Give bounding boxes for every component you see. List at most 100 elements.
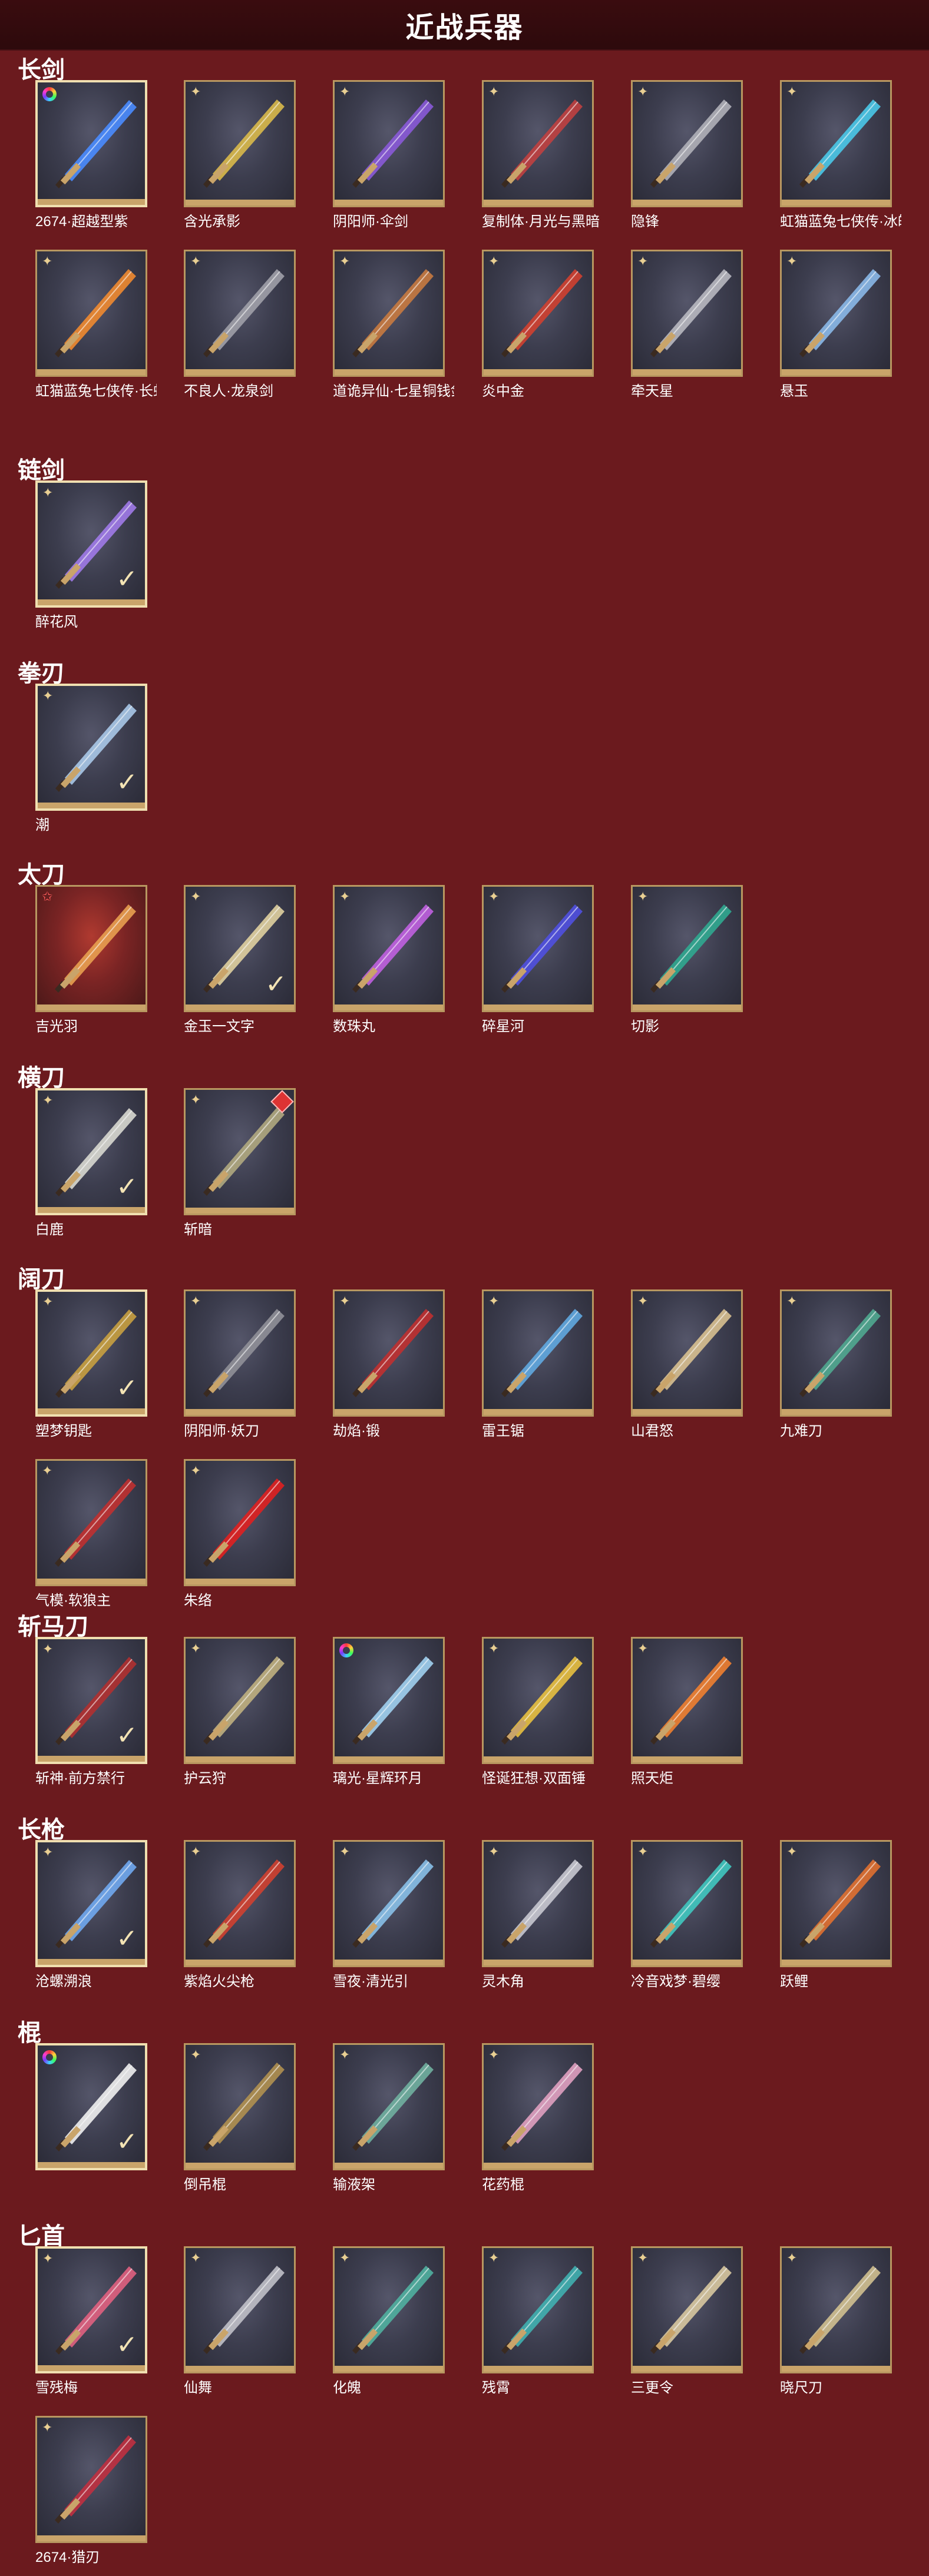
- weapon-tile[interactable]: ✦: [780, 250, 892, 377]
- weapon-item[interactable]: ✦ 化魄: [333, 2246, 454, 2396]
- weapon-tile[interactable]: ✦: [780, 80, 892, 207]
- weapon-item[interactable]: ✦ ✓ 白鹿: [35, 1088, 157, 1238]
- weapon-item[interactable]: ✩ 吉光羽: [35, 885, 157, 1035]
- weapon-tile[interactable]: ✦: [780, 1289, 892, 1417]
- weapon-item[interactable]: ✦ 劫焰·锻: [333, 1289, 454, 1440]
- weapon-item[interactable]: ✦ 炎中金: [482, 250, 603, 400]
- weapon-item[interactable]: ✦ ✓ 雪残梅: [35, 2246, 157, 2396]
- weapon-tile[interactable]: ✦: [184, 1289, 296, 1417]
- weapon-item[interactable]: ✦ ✓ 斩神·前方禁行: [35, 1637, 157, 1787]
- weapon-tile[interactable]: ✦ ✓: [35, 1088, 147, 1215]
- weapon-tile[interactable]: ✦: [482, 80, 594, 207]
- weapon-tile[interactable]: ✦: [35, 2416, 147, 2543]
- weapon-item[interactable]: ✦ 花药棍: [482, 2043, 603, 2193]
- weapon-item[interactable]: ✦ 不良人·龙泉剑: [184, 250, 305, 400]
- weapon-item[interactable]: ✦ 虹猫蓝兔七侠传·长虹剑: [35, 250, 157, 400]
- weapon-item[interactable]: ✦ 数珠丸: [333, 885, 454, 1035]
- weapon-tile[interactable]: ✦: [482, 885, 594, 1012]
- weapon-tile[interactable]: ✦: [184, 250, 296, 377]
- weapon-tile[interactable]: ✦: [780, 2246, 892, 2373]
- weapon-tile[interactable]: ✦: [184, 1637, 296, 1764]
- weapon-item[interactable]: ✦ 输液架: [333, 2043, 454, 2193]
- weapon-tile[interactable]: ✦ ✓: [35, 1637, 147, 1764]
- weapon-tile[interactable]: ✦: [631, 2246, 743, 2373]
- weapon-item[interactable]: ✦ 仙舞: [184, 2246, 305, 2396]
- weapon-item[interactable]: ✦ 含光承影: [184, 80, 305, 230]
- weapon-tile[interactable]: ✦: [184, 1088, 296, 1215]
- weapon-tile[interactable]: ✓: [35, 2043, 147, 2170]
- weapon-item[interactable]: ✦ 三更令: [631, 2246, 752, 2396]
- weapon-tile[interactable]: ✦: [333, 1289, 445, 1417]
- weapon-tile[interactable]: ✦: [482, 1840, 594, 1967]
- weapon-tile[interactable]: ✦: [184, 2043, 296, 2170]
- weapon-item[interactable]: ✦ 晓尺刀: [780, 2246, 901, 2396]
- weapon-item[interactable]: ✦ ✓ 醉花风: [35, 480, 157, 631]
- weapon-tile[interactable]: ✦: [333, 2246, 445, 2373]
- weapon-tile[interactable]: ✩: [35, 885, 147, 1012]
- weapon-tile[interactable]: ✦: [184, 2246, 296, 2373]
- weapon-tile[interactable]: ✦: [35, 1459, 147, 1586]
- weapon-item[interactable]: ✦ 虹猫蓝兔七侠传·冰魄剑: [780, 80, 901, 230]
- weapon-item[interactable]: ✦ 灵木角: [482, 1840, 603, 1990]
- weapon-tile[interactable]: ✦ ✓: [35, 1289, 147, 1417]
- weapon-tile[interactable]: ✦: [184, 1459, 296, 1586]
- weapon-item[interactable]: ✦ 阴阳师·妖刀: [184, 1289, 305, 1440]
- weapon-tile[interactable]: ✦: [482, 2246, 594, 2373]
- weapon-item[interactable]: ✦ 倒吊棍: [184, 2043, 305, 2193]
- weapon-tile[interactable]: ✦: [482, 1637, 594, 1764]
- weapon-item[interactable]: ✦ 朱络: [184, 1459, 305, 1609]
- weapon-tile[interactable]: ✦: [631, 1840, 743, 1967]
- weapon-item[interactable]: ✦ ✓ 金玉一文字: [184, 885, 305, 1035]
- weapon-tile[interactable]: ✦ ✓: [35, 480, 147, 608]
- weapon-tile[interactable]: ✦ ✓: [35, 684, 147, 811]
- weapon-item[interactable]: 璃光·星辉环月: [333, 1637, 454, 1787]
- weapon-tile[interactable]: ✦: [631, 1637, 743, 1764]
- weapon-tile[interactable]: ✦ ✓: [184, 885, 296, 1012]
- weapon-tile[interactable]: ✦: [482, 250, 594, 377]
- weapon-tile[interactable]: ✦: [184, 1840, 296, 1967]
- weapon-tile[interactable]: [333, 1637, 445, 1764]
- weapon-item[interactable]: ✦ ✓ 潮: [35, 684, 157, 834]
- weapon-tile[interactable]: ✦: [631, 1289, 743, 1417]
- weapon-item[interactable]: ✦ 护云狩: [184, 1637, 305, 1787]
- weapon-item[interactable]: ✦ 气模·软狼主: [35, 1459, 157, 1609]
- weapon-item[interactable]: ✦ 阴阳师·伞剑: [333, 80, 454, 230]
- weapon-item[interactable]: ✦ 复制体·月光与黑暗: [482, 80, 603, 230]
- weapon-item[interactable]: ✦ 道诡异仙·七星铜钱剑: [333, 250, 454, 400]
- weapon-tile[interactable]: ✦: [631, 80, 743, 207]
- weapon-item[interactable]: ✦ 照天炬: [631, 1637, 752, 1787]
- weapon-item[interactable]: ✓: [35, 2043, 157, 2173]
- weapon-tile[interactable]: ✦: [482, 1289, 594, 1417]
- weapon-tile[interactable]: ✦ ✓: [35, 2246, 147, 2373]
- weapon-tile[interactable]: ✦: [333, 250, 445, 377]
- weapon-item[interactable]: ✦ 斩暗: [184, 1088, 305, 1238]
- weapon-tile[interactable]: ✦: [631, 885, 743, 1012]
- weapon-item[interactable]: ✦ 跃鲤: [780, 1840, 901, 1990]
- weapon-item[interactable]: ✦ 怪诞狂想·双面锤: [482, 1637, 603, 1787]
- weapon-item[interactable]: ✦ 九难刀: [780, 1289, 901, 1440]
- weapon-item[interactable]: ✦ 冷音戏梦·碧缨: [631, 1840, 752, 1990]
- weapon-tile[interactable]: [35, 80, 147, 207]
- weapon-item[interactable]: ✦ ✓ 沧螺溯浪: [35, 1840, 157, 1990]
- weapon-tile[interactable]: ✦: [482, 2043, 594, 2170]
- weapon-item[interactable]: ✦ 悬玉: [780, 250, 901, 400]
- weapon-item[interactable]: ✦ 残霄: [482, 2246, 603, 2396]
- weapon-tile[interactable]: ✦: [333, 885, 445, 1012]
- weapon-item[interactable]: ✦ 碎星河: [482, 885, 603, 1035]
- weapon-item[interactable]: ✦ 紫焰火尖枪: [184, 1840, 305, 1990]
- weapon-item[interactable]: ✦ 切影: [631, 885, 752, 1035]
- weapon-item[interactable]: ✦ ✓ 塑梦钥匙: [35, 1289, 157, 1440]
- weapon-tile[interactable]: ✦: [333, 80, 445, 207]
- weapon-item[interactable]: ✦ 雪夜·清光引: [333, 1840, 454, 1990]
- weapon-item[interactable]: 2674·超越型紫: [35, 80, 157, 230]
- weapon-tile[interactable]: ✦ ✓: [35, 1840, 147, 1967]
- weapon-item[interactable]: ✦ 山君怒: [631, 1289, 752, 1440]
- weapon-item[interactable]: ✦ 2674·猎刃: [35, 2416, 157, 2566]
- weapon-tile[interactable]: ✦: [333, 1840, 445, 1967]
- weapon-tile[interactable]: ✦: [184, 80, 296, 207]
- weapon-tile[interactable]: ✦: [631, 250, 743, 377]
- weapon-item[interactable]: ✦ 雷王锯: [482, 1289, 603, 1440]
- weapon-tile[interactable]: ✦: [333, 2043, 445, 2170]
- weapon-item[interactable]: ✦ 牵天星: [631, 250, 752, 400]
- weapon-item[interactable]: ✦ 隐锋: [631, 80, 752, 230]
